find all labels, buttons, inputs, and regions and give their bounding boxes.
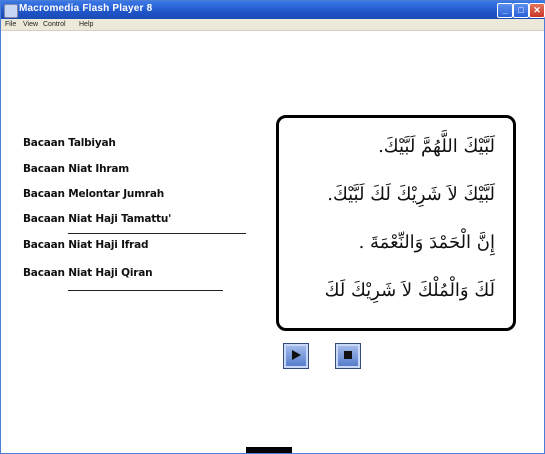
stop-button[interactable] <box>335 343 361 369</box>
arabic-line: لَكَ وَالْمُلْكَ لاَ شَرِيْكَ لَكَ <box>324 280 495 301</box>
stop-icon <box>344 351 352 359</box>
close-button[interactable]: ✕ <box>529 3 545 18</box>
menu-item-niat-haji-qiran[interactable]: Bacaan Niat Haji Qiran <box>23 267 153 279</box>
window-title: Macromedia Flash Player 8 <box>19 3 153 14</box>
menu-divider <box>68 233 246 234</box>
play-button[interactable] <box>283 343 309 369</box>
menu-view[interactable]: View <box>23 19 38 30</box>
menu-file[interactable]: File <box>5 19 16 30</box>
arabic-line: لَبَّيْكَ لاَ شَرِيْكَ لَكَ لَبَّيْكَ. <box>327 184 495 205</box>
menu-item-melontar-jumrah[interactable]: Bacaan Melontar Jumrah <box>23 188 164 200</box>
arabic-line: إِنَّ الْحَمْدَ وَالنِّعْمَةَ . <box>358 232 495 253</box>
maximize-button[interactable]: □ <box>513 3 529 18</box>
menu-item-niat-haji-ifrad[interactable]: Bacaan Niat Haji Ifrad <box>23 239 149 251</box>
play-icon <box>292 350 301 360</box>
menu-control[interactable]: Control <box>43 19 66 30</box>
menu-item-niat-haji-tamattu[interactable]: Bacaan Niat Haji Tamattu' <box>23 213 171 225</box>
menu-divider <box>68 290 223 291</box>
arabic-line: لَبَّيْكَ اللَّهُمَّ لَبَّيْكَ. <box>378 136 495 157</box>
menu-bar: File View Control Help <box>1 19 544 31</box>
flash-app-icon <box>4 4 18 18</box>
bottom-bar-marker <box>246 447 292 453</box>
flash-player-window: Macromedia Flash Player 8 _ □ ✕ File Vie… <box>0 0 545 454</box>
menu-item-niat-ihram[interactable]: Bacaan Niat Ihram <box>23 163 129 175</box>
title-bar[interactable]: Macromedia Flash Player 8 _ □ ✕ <box>1 1 545 19</box>
menu-item-talbiyah[interactable]: Bacaan Talbiyah <box>23 137 116 149</box>
arabic-text-panel: لَبَّيْكَ اللَّهُمَّ لَبَّيْكَ. لَبَّيْك… <box>276 115 516 331</box>
menu-help[interactable]: Help <box>79 19 93 30</box>
minimize-button[interactable]: _ <box>497 3 513 18</box>
